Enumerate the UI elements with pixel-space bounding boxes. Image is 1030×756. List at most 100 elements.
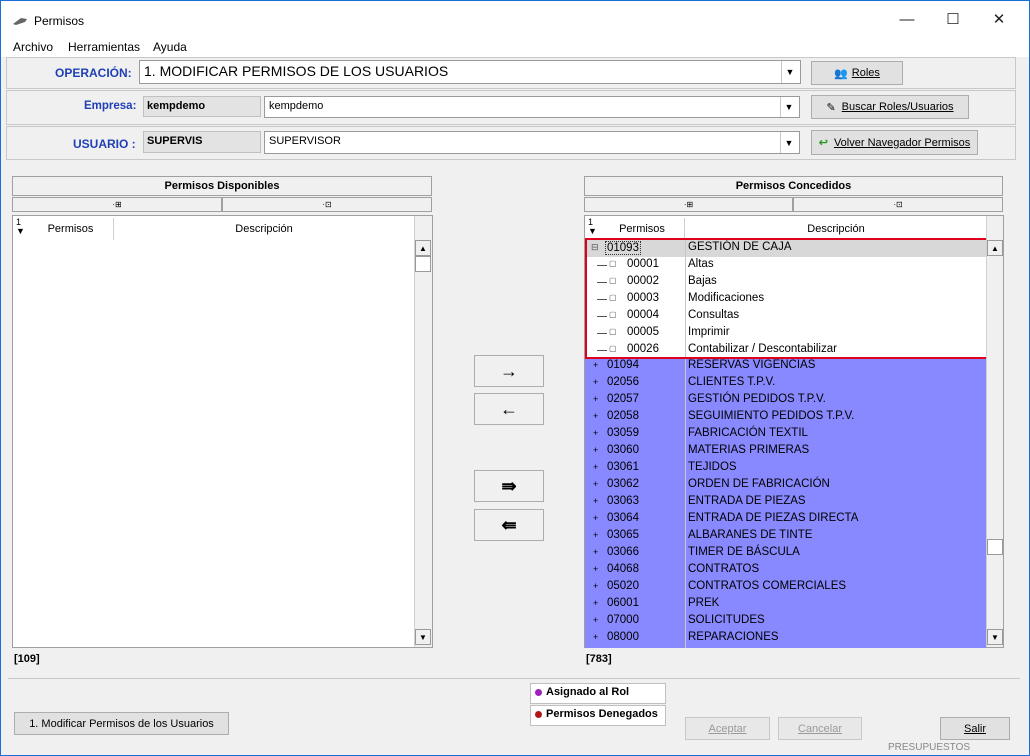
expand-icon[interactable]: + <box>593 445 598 455</box>
tree-row[interactable]: +01094 RESERVAS VIGENCIAS <box>585 359 986 376</box>
row-code: 02056 <box>607 376 639 388</box>
disponibles-scrollbar[interactable] <box>414 216 432 647</box>
usuario-label: USUARIO : <box>73 137 136 151</box>
row-code: 08000 <box>607 631 639 643</box>
tree-row[interactable]: +03063 ENTRADA DE PIEZAS <box>585 495 986 512</box>
col-permisos[interactable]: Permisos <box>600 218 685 240</box>
expand-icon[interactable]: + <box>593 513 598 523</box>
expand-icon[interactable]: + <box>593 547 598 557</box>
close-button[interactable]: ✕ <box>976 1 1022 37</box>
tree-row[interactable]: +04068 CONTRATOS <box>585 563 986 580</box>
legend-denegados: Permisos Denegados <box>530 705 666 726</box>
divider <box>8 678 1020 679</box>
usuario-value: SUPERVISOR <box>269 135 341 147</box>
col-permisos[interactable]: Permisos <box>28 218 114 240</box>
scroll-down-icon[interactable]: ▼ <box>415 629 431 645</box>
disponibles-list[interactable] <box>12 215 433 648</box>
row-desc: PREK <box>688 597 720 609</box>
add-selected-button[interactable]: → <box>474 355 544 387</box>
expand-icon[interactable]: + <box>593 360 598 370</box>
tree-row[interactable]: +05020 CONTRATOS COMERCIALES <box>585 580 986 597</box>
empresa-value: kempdemo <box>269 100 324 112</box>
empresa-label: Empresa: <box>84 100 137 112</box>
tree-row[interactable]: +06001 PREK <box>585 597 986 614</box>
expand-icon[interactable]: + <box>593 564 598 574</box>
tree-row[interactable]: +03059 FABRICACIÓN TEXTIL <box>585 427 986 444</box>
aceptar-button[interactable]: Aceptar <box>685 717 770 740</box>
row-code: 02057 <box>607 393 639 405</box>
expand-icon[interactable]: + <box>593 377 598 387</box>
scroll-up-icon[interactable]: ▲ <box>415 240 431 256</box>
usuario-select[interactable]: SUPERVISOR <box>264 131 800 154</box>
row-code: 02058 <box>607 410 639 422</box>
operacion-select[interactable]: 1. MODIFICAR PERMISOS DE LOS USUARIOS <box>139 60 801 84</box>
minimize-button[interactable]: — <box>884 1 930 37</box>
row-desc: TEJIDOS <box>688 461 737 473</box>
volver-navegador-button[interactable]: ↩ Volver Navegador Permisos <box>811 130 978 155</box>
tree-row[interactable]: +03064 ENTRADA DE PIEZAS DIRECTA <box>585 512 986 529</box>
expand-icon[interactable]: + <box>593 496 598 506</box>
row-desc: CONTRATOS <box>688 563 760 575</box>
row-desc: MATERIAS PRIMERAS <box>688 444 810 456</box>
row-code: 03065 <box>607 529 639 541</box>
operacion-label: OPERACIÓN: <box>55 66 132 80</box>
mode-button[interactable]: 1. Modificar Permisos de los Usuarios <box>14 712 229 735</box>
roles-button[interactable]: 👥 Roles <box>811 61 903 85</box>
chevron-down-icon[interactable]: ▼ <box>780 97 797 117</box>
scroll-down-icon[interactable]: ▼ <box>987 629 1003 645</box>
expand-all-icon[interactable]: ·⊞ <box>584 197 793 212</box>
collapse-all-icon[interactable]: ·⊡ <box>793 197 1003 212</box>
back-arrow-icon: ↩ <box>818 137 828 149</box>
scroll-up-icon[interactable]: ▲ <box>987 240 1003 256</box>
concedidos-scrollbar[interactable] <box>986 216 1003 647</box>
chevron-down-icon[interactable]: ▼ <box>781 61 798 83</box>
expand-icon[interactable]: + <box>593 615 598 625</box>
col-descripcion[interactable]: Descripción <box>685 218 987 240</box>
tree-row[interactable]: +03066 TIMER DE BÁSCULA <box>585 546 986 563</box>
tree-row[interactable]: +03062 ORDEN DE FABRICACIÓN <box>585 478 986 495</box>
add-all-button[interactable]: ⇛ <box>474 470 544 502</box>
sort-down-icon[interactable]: ▼ <box>588 226 597 236</box>
expand-icon[interactable]: + <box>593 530 598 540</box>
collapse-all-icon[interactable]: ·⊡ <box>222 197 432 212</box>
expand-icon[interactable]: + <box>593 394 598 404</box>
menu-ayuda[interactable]: Ayuda <box>153 40 187 54</box>
mode-button-label: 1. Modificar Permisos de los Usuarios <box>29 717 214 730</box>
cancelar-button[interactable]: Cancelar <box>778 717 862 740</box>
col-descripcion[interactable]: Descripción <box>114 218 414 240</box>
menu-archivo[interactable]: Archivo <box>13 40 53 54</box>
tree-row[interactable]: +03060 MATERIAS PRIMERAS <box>585 444 986 461</box>
tree-row[interactable]: +02057 GESTIÓN PEDIDOS T.P.V. <box>585 393 986 410</box>
expand-icon[interactable]: + <box>593 462 598 472</box>
expand-icon[interactable]: + <box>593 411 598 421</box>
remove-selected-button[interactable]: ← <box>474 393 544 425</box>
empresa-select[interactable]: kempdemo <box>264 96 800 118</box>
tree-row[interactable]: +03061 TEJIDOS <box>585 461 986 478</box>
maximize-button[interactable]: ☐ <box>930 1 976 37</box>
expand-icon[interactable]: + <box>593 598 598 608</box>
concedidos-header: Permisos Concedidos <box>584 176 1003 196</box>
scroll-thumb[interactable] <box>987 539 1003 555</box>
tree-row[interactable]: +08000 REPARACIONES <box>585 631 986 648</box>
tree-row[interactable]: +02056 CLIENTES T.P.V. <box>585 376 986 393</box>
tree-row[interactable]: +07000 SOLICITUDES <box>585 614 986 631</box>
expand-icon[interactable]: + <box>593 632 598 642</box>
menu-herramientas[interactable]: Herramientas <box>68 40 140 54</box>
row-desc: CONTRATOS COMERCIALES <box>688 580 847 592</box>
legend-denegados-label: Permisos Denegados <box>546 708 658 720</box>
expand-icon[interactable]: + <box>593 479 598 489</box>
buscar-roles-usuarios-button[interactable]: ✎ Buscar Roles/Usuarios <box>811 95 969 119</box>
expand-all-icon[interactable]: ·⊞ <box>12 197 222 212</box>
buscar-button-label: Buscar Roles/Usuarios <box>841 101 954 113</box>
chevron-down-icon[interactable]: ▼ <box>780 132 797 153</box>
tree-row[interactable]: +03065 ALBARANES DE TINTE <box>585 529 986 546</box>
salir-button[interactable]: Salir <box>940 717 1010 740</box>
remove-all-button[interactable]: ⇚ <box>474 509 544 541</box>
sort-down-icon[interactable]: ▼ <box>16 226 25 236</box>
expand-icon[interactable]: + <box>593 581 598 591</box>
row-desc: GESTIÓN PEDIDOS T.P.V. <box>688 393 826 405</box>
scroll-thumb[interactable] <box>415 256 431 272</box>
tree-row[interactable]: +02058 SEGUIMIENTO PEDIDOS T.P.V. <box>585 410 986 427</box>
expand-icon[interactable]: + <box>593 428 598 438</box>
row-code: 03059 <box>607 427 639 439</box>
